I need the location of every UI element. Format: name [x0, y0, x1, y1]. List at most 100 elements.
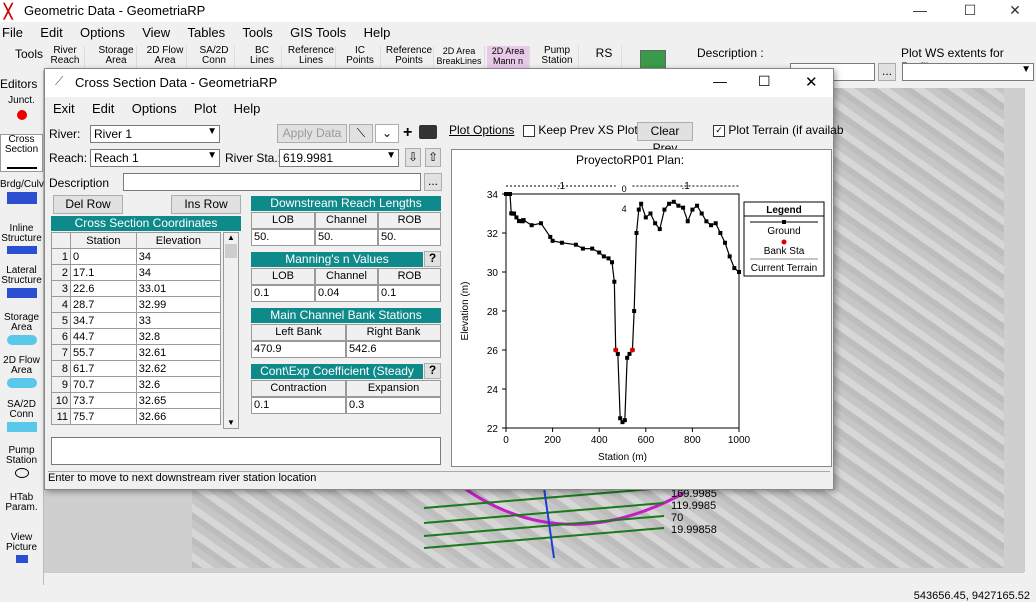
plot-ws-profile-select[interactable]: ▼	[902, 63, 1034, 81]
elevation-cell[interactable]: 33.01	[135, 280, 222, 297]
station-cell[interactable]: 28.7	[70, 296, 137, 313]
dialog-minimize-button[interactable]: —	[713, 73, 727, 89]
reach-select[interactable]: Reach 1 ▼	[90, 149, 220, 167]
dialog-menu-plot[interactable]: Plot	[194, 101, 216, 116]
ic-points-button[interactable]: IC Points	[340, 46, 381, 68]
rs-button[interactable]: RS	[587, 46, 622, 68]
pump-station-tool[interactable]: Pump Station	[0, 446, 43, 478]
menu-edit[interactable]: Edit	[40, 25, 62, 40]
scroll-down-icon[interactable]: ▼	[224, 418, 238, 427]
elevation-cell[interactable]: 34	[135, 248, 222, 265]
contraction-field[interactable]: 0.1	[251, 397, 346, 414]
menu-tables[interactable]: Tables	[188, 25, 226, 40]
right-bank-field[interactable]: 542.6	[346, 341, 441, 358]
river-select[interactable]: River 1 ▼	[90, 125, 220, 143]
lob-length-field[interactable]: 50.	[251, 229, 315, 246]
elevation-cell[interactable]: 32.66	[135, 408, 222, 425]
2d-flow-area-button[interactable]: 2D Flow Area	[144, 46, 187, 68]
bc-lines-button[interactable]: BC Lines	[243, 46, 282, 68]
menu-help[interactable]: Help	[364, 25, 391, 40]
elevation-cell[interactable]: 32.61	[135, 344, 222, 361]
map-vertical-scrollbar[interactable]	[1024, 88, 1036, 572]
inline-structure-tool[interactable]: Inline Structure	[0, 224, 43, 254]
plot-options-link[interactable]: Plot Options	[449, 123, 514, 137]
left-bank-field[interactable]: 470.9	[251, 341, 346, 358]
elevation-cell[interactable]: 32.6	[135, 376, 222, 393]
mannings-help-button[interactable]: ?	[424, 251, 441, 267]
xs-table-scrollbar[interactable]: ▲ ▼	[223, 232, 239, 429]
elevation-cell[interactable]: 32.99	[135, 296, 222, 313]
plot-terrain-checkbox[interactable]: ✓ Plot Terrain (if availab	[713, 123, 844, 137]
elevation-cell[interactable]: 34	[135, 264, 222, 281]
map-horizontal-scrollbar[interactable]	[44, 572, 1024, 585]
lob-mannings-field[interactable]: 0.1	[251, 285, 315, 302]
xs-description-input[interactable]	[123, 173, 421, 191]
station-cell[interactable]: 17.1	[70, 264, 137, 281]
dialog-menu-edit[interactable]: Edit	[92, 101, 114, 116]
elevation-cell[interactable]: 33	[135, 312, 222, 329]
minimize-button[interactable]: —	[897, 0, 943, 22]
clear-prev-button[interactable]: Clear Prev	[637, 122, 693, 155]
next-up-arrow-icon[interactable]: ⇧	[425, 148, 441, 167]
expansion-field[interactable]: 0.3	[346, 397, 441, 414]
elevation-cell[interactable]: 32.8	[135, 328, 222, 345]
xs-tool-2-icon[interactable]: ⌄	[375, 124, 399, 143]
maximize-button[interactable]: ☐	[947, 0, 993, 22]
apply-data-button[interactable]: Apply Data	[277, 124, 347, 143]
xs-description-browse-button[interactable]: ...	[424, 173, 442, 191]
sa-2d-conn-button[interactable]: SA/2D Conn	[194, 46, 235, 68]
dialog-menu-help[interactable]: Help	[234, 101, 261, 116]
add-icon[interactable]: +	[403, 124, 412, 142]
menu-file[interactable]: File	[2, 25, 23, 40]
cross-section-tool[interactable]: Cross Section	[0, 134, 43, 172]
elevation-cell[interactable]: 32.65	[135, 392, 222, 409]
scroll-thumb[interactable]	[225, 244, 237, 258]
junction-tool[interactable]: Junct.	[0, 96, 43, 120]
sa-2d-conn-tool[interactable]: SA/2D Conn	[0, 400, 43, 432]
pump-station-button[interactable]: Pump Station	[536, 46, 579, 68]
menu-tools[interactable]: Tools	[242, 25, 272, 40]
htab-param-tool[interactable]: HTab Param.	[0, 493, 43, 513]
rob-length-field[interactable]: 50.	[378, 229, 441, 246]
close-button[interactable]: ✕	[992, 0, 1036, 22]
station-cell[interactable]: 44.7	[70, 328, 137, 345]
2d-area-mann-n-button[interactable]: 2D Area Mann n	[487, 46, 530, 68]
station-cell[interactable]: 70.7	[70, 376, 137, 393]
channel-length-field[interactable]: 50.	[315, 229, 378, 246]
station-cell[interactable]: 55.7	[70, 344, 137, 361]
storage-area-button[interactable]: Storage Area	[96, 46, 137, 68]
river-sta-select[interactable]: 619.9981 ▼	[279, 149, 399, 167]
lateral-structure-tool[interactable]: Lateral Structure	[0, 266, 43, 298]
reference-lines-button[interactable]: Reference Lines	[287, 46, 336, 68]
station-cell[interactable]: 61.7	[70, 360, 137, 377]
ins-row-button[interactable]: Ins Row	[171, 195, 241, 214]
station-cell[interactable]: 75.7	[70, 408, 137, 425]
2d-flow-area-tool[interactable]: 2D Flow Area	[0, 356, 43, 388]
view-picture-tool[interactable]: View Picture	[0, 533, 43, 563]
map-layers-icon[interactable]	[640, 50, 666, 70]
dialog-maximize-button[interactable]: ☐	[758, 73, 771, 90]
bridge-culvert-tool[interactable]: Brdg/Culv	[0, 180, 44, 204]
dialog-menu-exit[interactable]: Exit	[53, 101, 75, 116]
dialog-close-button[interactable]: ✕	[805, 73, 818, 91]
xs-tool-1-icon[interactable]: ⟍	[349, 124, 373, 143]
xs-notes-box[interactable]	[51, 437, 441, 465]
description-browse-button[interactable]: ...	[878, 63, 896, 81]
scroll-up-icon[interactable]: ▲	[224, 233, 238, 242]
station-cell[interactable]: 0	[70, 248, 137, 265]
rob-mannings-field[interactable]: 0.1	[378, 285, 441, 302]
station-cell[interactable]: 22.6	[70, 280, 137, 297]
station-cell[interactable]: 34.7	[70, 312, 137, 329]
channel-mannings-field[interactable]: 0.04	[315, 285, 378, 302]
coef-help-button[interactable]: ?	[424, 363, 441, 379]
menu-options[interactable]: Options	[80, 25, 125, 40]
station-cell[interactable]: 73.7	[70, 392, 137, 409]
xs-plot-panel[interactable]: ProyectoRP01 Plan: 0 200 400 600 800 1000 22 24 2…	[451, 149, 832, 467]
river-reach-button[interactable]: River Reach	[46, 46, 85, 68]
storage-area-tool[interactable]: Storage Area	[0, 313, 43, 345]
camera-icon[interactable]	[419, 125, 437, 139]
menu-gis-tools[interactable]: GIS Tools	[290, 25, 346, 40]
next-down-arrow-icon[interactable]: ⇩	[405, 148, 421, 167]
menu-view[interactable]: View	[142, 25, 170, 40]
keep-prev-checkbox[interactable]: Keep Prev XS Plots	[523, 123, 644, 137]
